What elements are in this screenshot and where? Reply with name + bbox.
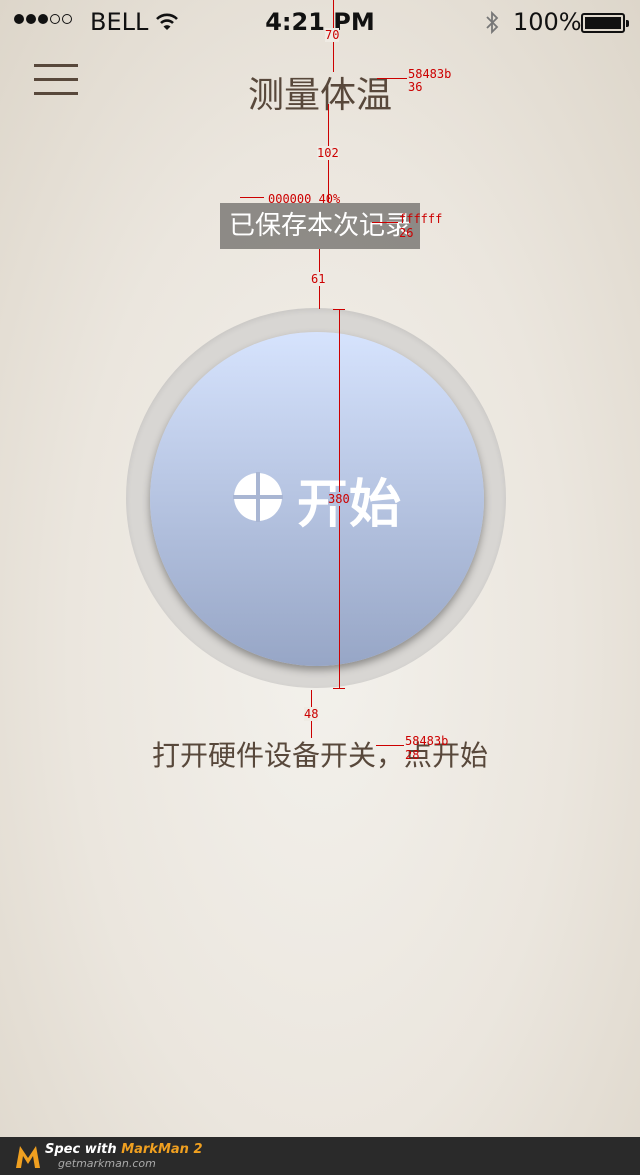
- instruction-text: 打开硬件设备开关，点开始: [151, 739, 488, 772]
- battery-icon: [581, 13, 629, 33]
- spec-label: 70: [325, 28, 340, 42]
- spec-label: 61: [311, 272, 326, 286]
- status-bar: BELL 4:21 PM 100%: [0, 0, 640, 46]
- spec-label: 28: [405, 748, 420, 762]
- spec-label: 36: [408, 80, 423, 94]
- spec-label: 000000 40%: [268, 192, 341, 206]
- markman-footer: Spec with MarkMan 2 getmarkman.com: [0, 1137, 640, 1175]
- spec-line: [333, 688, 345, 689]
- spec-label: ffffff: [399, 212, 443, 226]
- saved-toast: 已保存本次记录: [220, 203, 420, 249]
- bluetooth-icon: [484, 10, 500, 42]
- spec-label: 26: [399, 226, 414, 240]
- spec-line: [333, 309, 345, 310]
- spec-line: [240, 197, 264, 198]
- spec-label: 380: [328, 492, 350, 506]
- spec-line: [376, 745, 404, 746]
- spec-label: 58483b: [405, 734, 449, 748]
- battery-percentage: 100%: [513, 8, 582, 36]
- start-button[interactable]: 开始: [150, 332, 484, 666]
- spec-label: 58483b: [408, 67, 452, 81]
- spec-label: 48: [304, 707, 319, 721]
- footer-spec-text: Spec with MarkMan 2: [45, 1142, 203, 1157]
- spec-line: [377, 78, 407, 79]
- markman-logo-icon: [14, 1142, 42, 1174]
- spec-label: 102: [317, 146, 339, 160]
- footer-site: getmarkman.com: [58, 1157, 156, 1170]
- page-title: 测量体温: [247, 75, 392, 116]
- crosshair-icon: [232, 472, 283, 526]
- spec-line: [372, 222, 398, 223]
